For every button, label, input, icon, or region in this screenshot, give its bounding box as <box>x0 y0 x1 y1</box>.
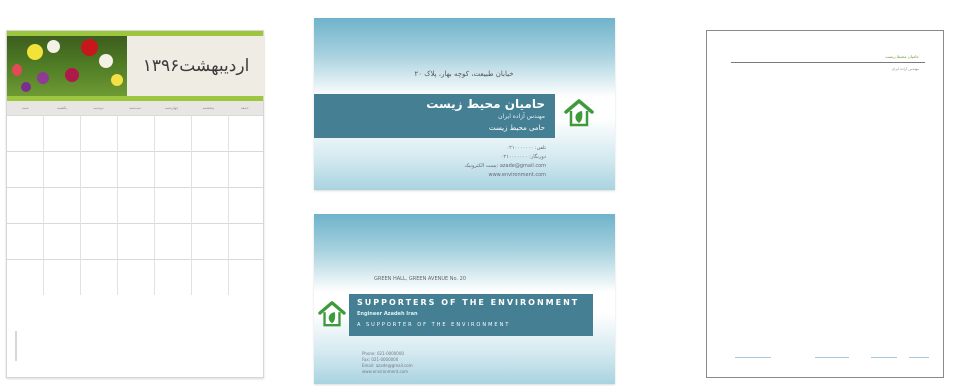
calendar-grid <box>7 115 263 295</box>
card-company-name: حامیان محیط زیست <box>426 97 545 111</box>
day-name: سه‌شنبه <box>129 106 141 110</box>
card-contact-line: www.environment.com <box>488 172 546 178</box>
card-contact-line: www.environment.com <box>362 369 409 374</box>
card-name-band: SUPPORTERS OF THE ENVIRONMENT Engineer A… <box>349 294 593 336</box>
calendar-title-band: اردیبهشت۱۳۹۶ <box>127 36 265 96</box>
card-contact-line: تلفن: ۰۲۱۰۰۰۰۰۰۰ <box>506 145 546 151</box>
card-person-name: مهندس آزاده ایران <box>498 113 545 120</box>
card-person-name: Engineer Azadeh Iran <box>357 311 418 317</box>
day-name: جمعه <box>240 106 249 110</box>
card-contact-line: پست الکترونیک: azade@gmail.com <box>464 163 546 169</box>
house-leaf-icon <box>318 300 346 332</box>
letterhead-rule <box>731 62 925 63</box>
business-card-back-thumbnail[interactable]: GREEN HALL, GREEN AVENUE No. 20 SUPPORTE… <box>314 214 615 384</box>
card-role: A SUPPORTER OF THE ENVIRONMENT <box>357 322 511 328</box>
card-name-band: حامیان محیط زیست مهندس آزاده ایران حامی … <box>314 94 555 138</box>
day-name: دوشنبه <box>93 106 104 110</box>
day-name: پنجشنبه <box>202 106 214 110</box>
calendar-day-header: شنبه یکشنبه دوشنبه سه‌شنبه چهارشنبه پنجش… <box>7 101 263 115</box>
card-address: GREEN HALL, GREEN AVENUE No. 20 <box>374 276 467 282</box>
card-contacts: تلفن: ۰۲۱۰۰۰۰۰۰۰ دورنگار: ۰۲۱۰۰۰۰۰۰۰ پست… <box>414 144 546 180</box>
card-contacts: Phone: 021-0000000 Fax: 021-0000000 Emai… <box>362 351 413 375</box>
card-role: حامی محیط زیست <box>489 124 545 132</box>
calendar-notes-mark <box>15 331 17 361</box>
business-card-front-thumbnail[interactable]: خیابان طبیعت، کوچه بهار، پلاک ۲۰ حامیان … <box>314 18 615 190</box>
letterhead-footer <box>731 357 929 363</box>
letterhead-title: حامیان محیط زیست <box>884 54 919 59</box>
card-address: خیابان طبیعت، کوچه بهار، پلاک ۲۰ <box>414 70 514 78</box>
day-name: شنبه <box>21 106 29 110</box>
day-name: یکشنبه <box>56 106 67 110</box>
letterhead-subtitle: مهندس آزاده ایران <box>891 67 919 71</box>
card-company-name: SUPPORTERS OF THE ENVIRONMENT <box>357 298 580 307</box>
calendar-month-title: اردیبهشت۱۳۹۶ <box>142 56 250 76</box>
tulip-photo <box>7 36 127 96</box>
letterhead-template-thumbnail[interactable]: حامیان محیط زیست مهندس آزاده ایران <box>706 30 944 378</box>
house-leaf-icon <box>564 98 594 132</box>
card-contact-line: دورنگار: ۰۲۱۰۰۰۰۰۰۰ <box>500 154 546 160</box>
calendar-template-thumbnail[interactable]: اردیبهشت۱۳۹۶ شنبه یکشنبه دوشنبه سه‌شنبه … <box>6 30 265 378</box>
day-name: چهارشنبه <box>164 106 179 110</box>
